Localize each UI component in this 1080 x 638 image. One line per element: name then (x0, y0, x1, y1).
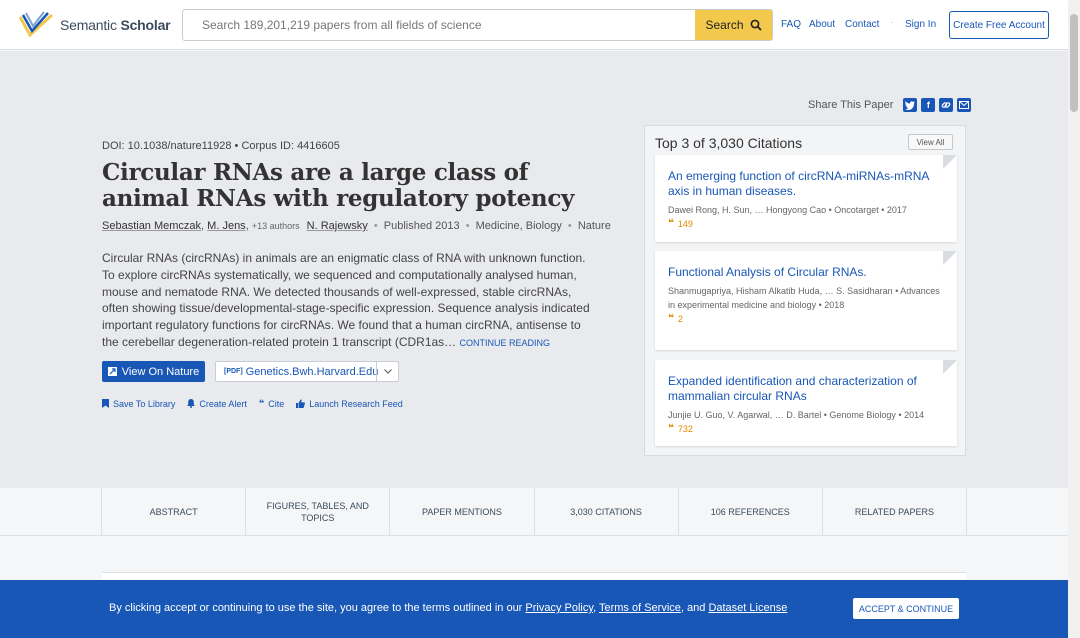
publication-year: Published 2013 (383, 220, 460, 232)
share-bar: Share This Paper f (808, 98, 972, 112)
quote-icon: ❝ (258, 398, 265, 408)
cite-button[interactable]: ❝ Cite (259, 398, 284, 409)
citation-meta: Junjie U. Guo, V. Agarwal, … D. Bartel •… (668, 410, 925, 420)
search-icon (750, 19, 762, 31)
pdf-tag: [PDF] (224, 368, 243, 375)
paper-identifiers: DOI: 10.1038/nature11928 • Corpus ID: 44… (102, 140, 340, 152)
view-on-nature-button[interactable]: View On Nature (102, 361, 205, 382)
privacy-policy-link[interactable]: Privacy Policy (525, 602, 593, 614)
logo[interactable]: Semantic Scholar (18, 11, 171, 39)
top-citations-panel: Top 3 of 3,030 Citations View All An eme… (644, 125, 966, 456)
paper-actions: Save To Library Create Alert ❝ Cite Laun… (102, 398, 403, 409)
create-alert-button[interactable]: Create Alert (187, 398, 247, 409)
dataset-license-link[interactable]: Dataset License (708, 602, 787, 614)
logo-text: Semantic Scholar (60, 17, 171, 33)
semantic-scholar-logo-icon (18, 11, 54, 38)
cookie-banner: By clicking accept or continuing to use … (0, 580, 1068, 638)
paper-meta: Sebastian Memczak, M. Jens, +13 authors … (102, 220, 611, 232)
quote-icon: ❝ (668, 313, 674, 324)
paper-section-tabs: ABSTRACT FIGURES, TABLES, AND TOPICS PAP… (101, 488, 968, 535)
paper-abstract: Circular RNAs (circRNAs) in animals are … (102, 250, 600, 352)
citation-card[interactable]: An emerging function of circRNA-miRNAs-m… (655, 155, 957, 242)
email-icon[interactable] (957, 98, 972, 112)
view-all-citations-button[interactable]: View All (908, 134, 953, 150)
divider (0, 535, 1068, 536)
cookie-message: By clicking accept or continuing to use … (109, 602, 788, 614)
nav-contact-link[interactable]: Contact (845, 19, 879, 30)
fields-of-study: Medicine, Biology (475, 220, 562, 232)
doi[interactable]: DOI: 10.1038/nature11928 (102, 140, 231, 152)
nav-about-link[interactable]: About (809, 19, 835, 30)
bookmark-icon (102, 399, 109, 408)
quote-icon: ❝ (668, 423, 674, 434)
paper-title: Circular RNAs are a large class of anima… (102, 159, 575, 212)
create-account-button[interactable]: Create Free Account (949, 11, 1049, 39)
nav-sign-in-link[interactable]: Sign In (905, 19, 936, 30)
chevron-down-icon[interactable] (376, 362, 398, 381)
venue: Nature (577, 220, 611, 232)
author-link[interactable]: N. Rajewsky (307, 220, 368, 232)
citations-heading: Top 3 of 3,030 Citations (655, 135, 803, 151)
tab-related-papers[interactable]: RELATED PAPERS (823, 488, 968, 535)
citation-meta: Dawei Rong, H. Sun, … Hongyong Cao • Onc… (668, 205, 907, 215)
save-to-library-button[interactable]: Save To Library (102, 398, 175, 409)
launch-research-feed-button[interactable]: Launch Research Feed (296, 398, 403, 409)
search-input[interactable] (183, 10, 696, 40)
pdf-source-button[interactable]: [PDF] Genetics.Bwh.Harvard.Edu (215, 361, 399, 382)
citation-count: ❝ 149 (668, 218, 693, 229)
search-button[interactable]: Search (695, 10, 772, 40)
more-authors-button[interactable]: +13 authors (252, 221, 300, 231)
search-button-label: Search (705, 18, 744, 32)
quote-icon: ❝ (668, 218, 674, 229)
twitter-icon[interactable] (903, 98, 918, 112)
author-link[interactable]: Sebastian Memczak (102, 220, 201, 232)
abstract-text: Circular RNAs (circRNAs) in animals are … (102, 251, 590, 349)
nav-faq-link[interactable]: FAQ (781, 19, 801, 30)
citation-count: ❝ 2 (668, 313, 683, 324)
tab-figures-tables-topics[interactable]: FIGURES, TABLES, AND TOPICS (246, 488, 391, 535)
citation-title[interactable]: An emerging function of circRNA-miRNAs-m… (668, 169, 941, 199)
tab-abstract[interactable]: ABSTRACT (102, 488, 247, 535)
citation-card[interactable]: Expanded identification and characteriza… (655, 360, 957, 446)
top-header: Semantic Scholar Search FAQ About Contac… (0, 0, 1068, 50)
scrollbar-thumb[interactable] (1070, 14, 1078, 112)
terms-of-service-link[interactable]: Terms of Service (599, 602, 681, 614)
search-bar: Search (182, 9, 773, 41)
tab-citations[interactable]: 3,030 CITATIONS (535, 488, 679, 535)
thumbs-up-icon (296, 399, 306, 408)
corpus-id: Corpus ID: 4416605 (241, 140, 340, 152)
bell-icon (187, 399, 196, 408)
citation-card[interactable]: Functional Analysis of Circular RNAs. Sh… (655, 251, 957, 350)
citation-count: ❝ 732 (668, 423, 693, 434)
tab-references[interactable]: 106 REFERENCES (679, 488, 823, 535)
page-scrollbar[interactable] (1068, 0, 1080, 638)
citation-title[interactable]: Expanded identification and characteriza… (668, 374, 941, 404)
external-link-icon (107, 367, 117, 376)
tab-paper-mentions[interactable]: PAPER MENTIONS (390, 488, 535, 535)
author-link[interactable]: M. Jens (207, 220, 246, 232)
link-icon[interactable] (939, 98, 954, 112)
pdf-source-label: Genetics.Bwh.Harvard.Edu (245, 365, 379, 378)
citation-meta: Shanmugapriya, Hisham Alkatib Huda, … S.… (668, 286, 940, 310)
nav-separator: · (890, 17, 894, 28)
continue-reading-link[interactable]: CONTINUE READING (460, 338, 551, 348)
accept-continue-button[interactable]: ACCEPT & CONTINUE (853, 598, 959, 619)
share-label: Share This Paper (808, 99, 894, 111)
view-on-nature-label: View On Nature (121, 365, 200, 378)
facebook-icon[interactable]: f (921, 98, 936, 112)
citation-title[interactable]: Functional Analysis of Circular RNAs. (668, 265, 941, 280)
